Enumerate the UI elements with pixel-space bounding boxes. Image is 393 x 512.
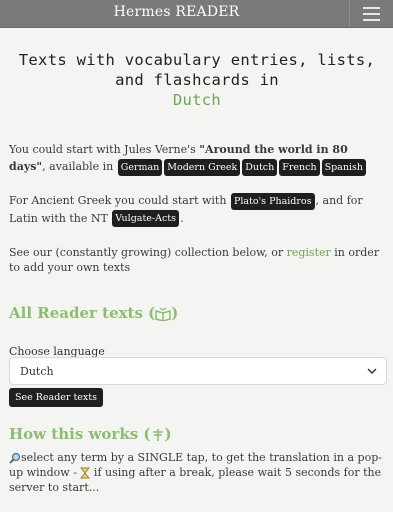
tag-german[interactable]: German bbox=[117, 158, 163, 176]
intro-paragraph: You could start with Jules Verne's "Arou… bbox=[9, 141, 385, 176]
register-link[interactable]: register bbox=[287, 246, 331, 259]
hourglass-icon bbox=[80, 467, 91, 479]
tag-spanish[interactable]: Spanish bbox=[321, 158, 366, 176]
how-this-works-heading: How this works () bbox=[9, 425, 172, 443]
collection-text: See our (constantly growing) collection … bbox=[9, 246, 284, 259]
tag-french[interactable]: French bbox=[279, 158, 320, 176]
main-content: Texts with vocabulary entries, lists, an… bbox=[9, 50, 387, 494]
see-reader-texts-button[interactable]: See Reader texts bbox=[9, 388, 103, 407]
tag-vulgate-acts[interactable]: Vulgate-Acts bbox=[112, 210, 179, 227]
hamburger-icon bbox=[363, 7, 380, 9]
language-select[interactable]: Dutch bbox=[9, 357, 387, 385]
ancient-text: For Ancient Greek you could start with bbox=[9, 194, 227, 207]
language-select-value: Dutch bbox=[20, 365, 54, 378]
intro-start-text: You could start with Jules Verne's bbox=[9, 143, 196, 156]
hero-heading: Texts with vocabulary entries, lists, an… bbox=[9, 50, 385, 110]
collection-paragraph: See our (constantly growing) collection … bbox=[9, 245, 385, 275]
signpost-icon bbox=[152, 429, 163, 441]
tips-paragraph: select any term by a SINGLE tap, to get … bbox=[9, 450, 385, 495]
hero-language: Dutch bbox=[172, 91, 222, 109]
chevron-down-icon bbox=[367, 368, 377, 374]
brand-title[interactable]: Hermes READER bbox=[0, 4, 353, 20]
menu-button[interactable] bbox=[349, 0, 393, 27]
hero-title: Texts with vocabulary entries, lists, an… bbox=[18, 51, 376, 89]
tag-plato-phaidros[interactable]: Plato's Phaidros bbox=[230, 192, 315, 210]
ancient-paragraph: For Ancient Greek you could start with P… bbox=[9, 192, 385, 227]
all-reader-texts-heading: All Reader texts () bbox=[9, 304, 179, 322]
tag-dutch[interactable]: Dutch bbox=[242, 158, 278, 176]
navbar: Hermes READER bbox=[0, 0, 393, 28]
book-icon bbox=[155, 307, 171, 321]
magnifier-icon bbox=[9, 452, 21, 464]
tag-modern-greek[interactable]: Modern Greek bbox=[164, 158, 241, 176]
available-in-text: , available in bbox=[42, 160, 114, 173]
